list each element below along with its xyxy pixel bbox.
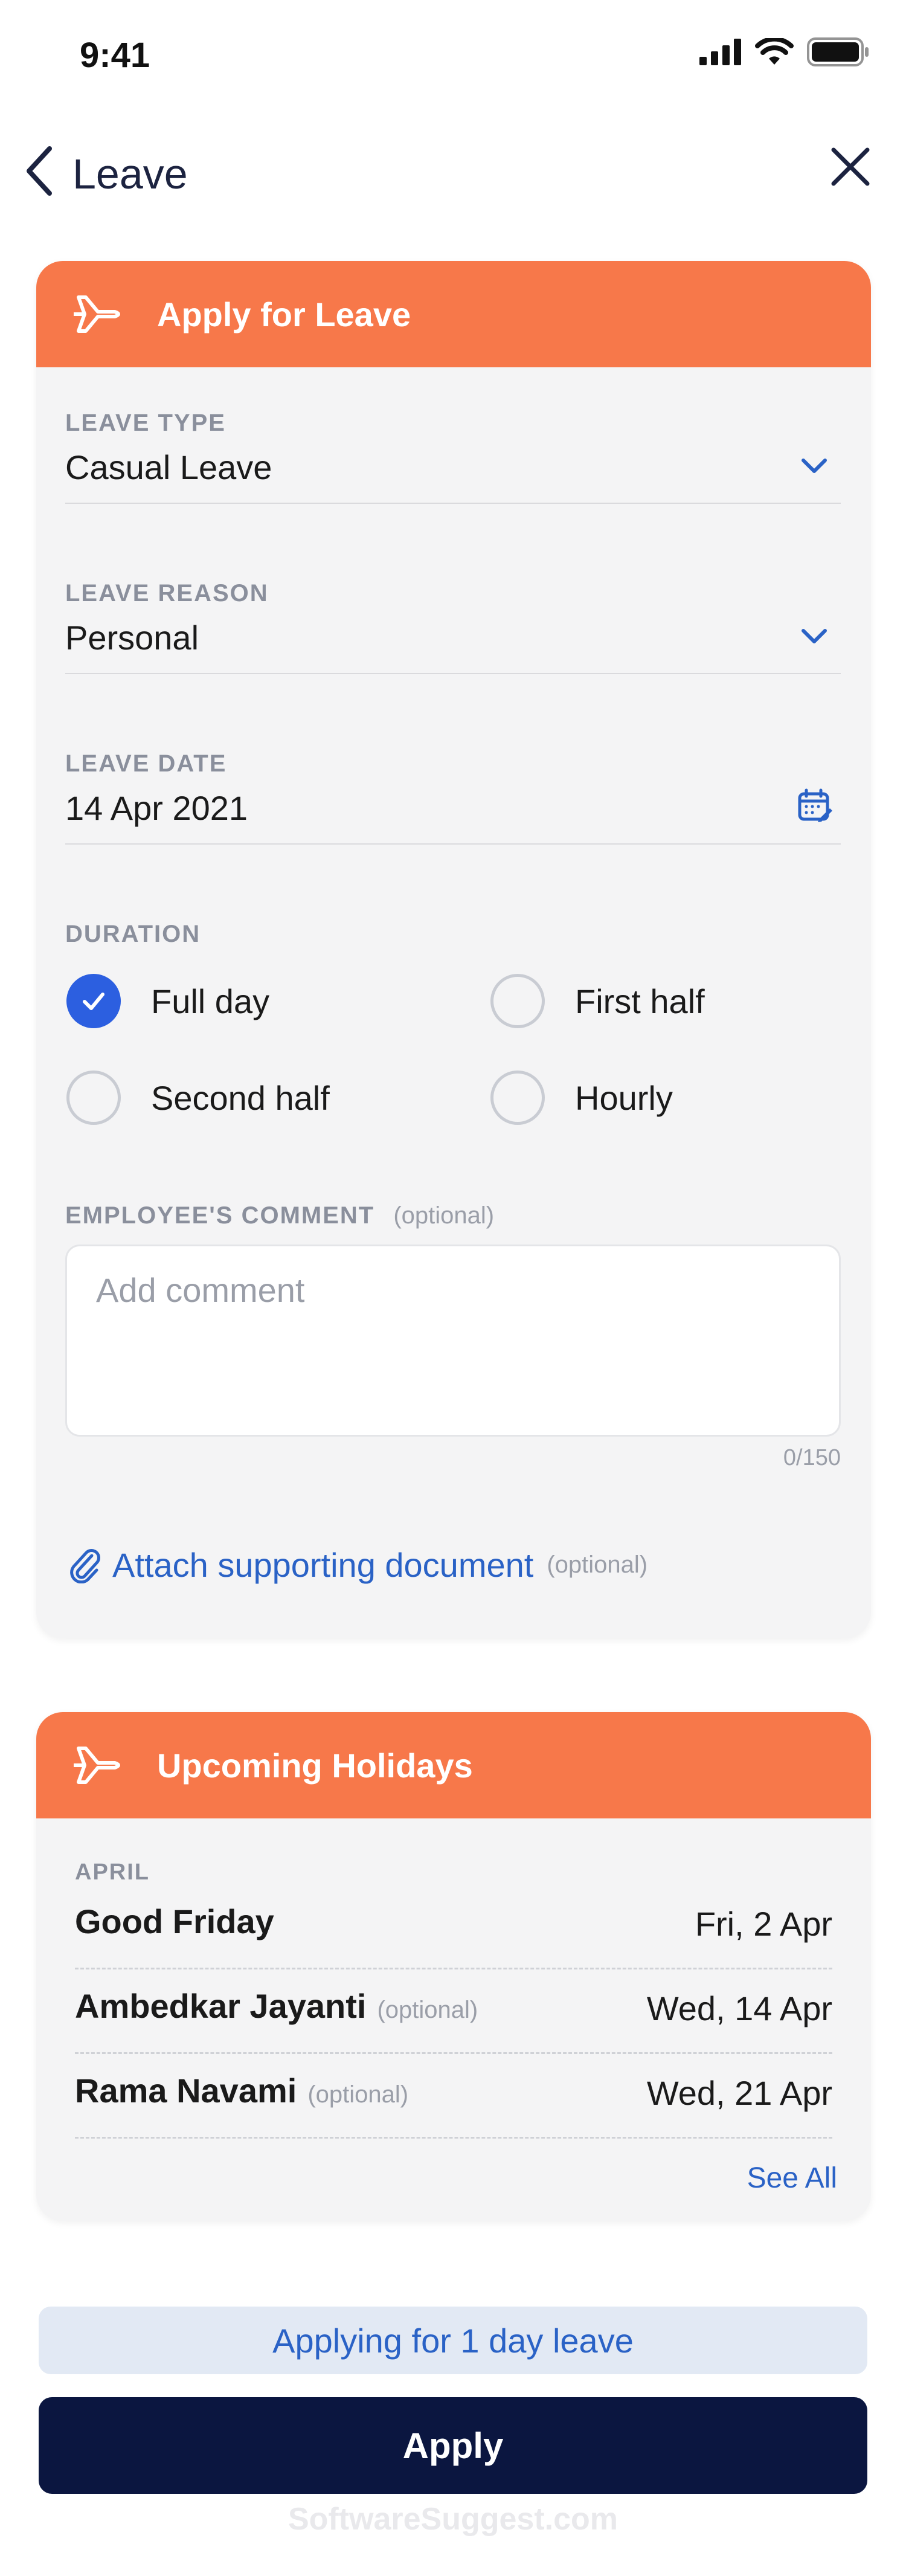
status-bar: 9:41 xyxy=(0,0,906,115)
see-all-link[interactable]: See All xyxy=(747,2162,837,2195)
status-icons xyxy=(699,37,870,66)
comment-label: EMPLOYEE'S COMMENT xyxy=(65,1202,375,1229)
radio-unchecked[interactable] xyxy=(490,1071,545,1125)
comment-placeholder: Add comment xyxy=(96,1271,305,1309)
status-time: 9:41 xyxy=(80,36,150,75)
holidays-card: Upcoming Holidays APRIL Good Friday Fri,… xyxy=(36,1712,871,2221)
apply-leave-title: Apply for Leave xyxy=(157,295,411,333)
holiday-name-wrap: Rama Navami (optional) xyxy=(75,2071,408,2110)
holiday-row: Ambedkar Jayanti (optional) Wed, 14 Apr xyxy=(75,1969,832,2054)
leave-reason-select[interactable]: LEAVE REASON Personal xyxy=(65,580,841,674)
holiday-date: Wed, 14 Apr xyxy=(646,1989,832,2027)
apply-leave-header: Apply for Leave xyxy=(36,261,871,367)
holiday-name: Ambedkar Jayanti xyxy=(75,1987,367,2025)
signal-icon xyxy=(699,39,741,65)
duration-option-label: First half xyxy=(575,982,705,1020)
chevron-down-icon xyxy=(802,459,827,473)
duration-option-label: Hourly xyxy=(575,1078,673,1117)
wifi-icon xyxy=(755,38,794,65)
comment-char-count: 0/150 xyxy=(783,1445,841,1470)
airplane-icon xyxy=(74,295,120,333)
attach-document-label: Attach supporting document xyxy=(112,1546,534,1584)
watermark: SoftwareSuggest.com xyxy=(288,2502,618,2537)
holiday-name: Good Friday xyxy=(75,1902,274,1940)
duration-label: DURATION xyxy=(65,921,201,947)
leave-summary-banner: Applying for 1 day leave xyxy=(39,2307,867,2374)
leave-type-select[interactable]: LEAVE TYPE Casual Leave xyxy=(65,410,841,504)
holiday-date: Wed, 21 Apr xyxy=(646,2074,832,2112)
radio-checked[interactable] xyxy=(66,974,121,1028)
comment-label-row: EMPLOYEE'S COMMENT (optional) xyxy=(65,1202,494,1229)
attach-optional: (optional) xyxy=(547,1551,648,1578)
duration-hourly[interactable]: Hourly xyxy=(490,1071,673,1125)
leave-date-label: LEAVE DATE xyxy=(65,750,227,777)
holiday-name-wrap: Good Friday xyxy=(75,1902,274,1941)
battery-icon xyxy=(807,37,869,66)
airplane-icon xyxy=(74,1747,120,1784)
holidays-title: Upcoming Holidays xyxy=(157,1746,473,1785)
duration-option-label: Full day xyxy=(151,982,270,1020)
holiday-row: Rama Navami (optional) Wed, 21 Apr xyxy=(75,2054,832,2139)
comment-textarea[interactable]: Add comment xyxy=(65,1245,841,1437)
leave-reason-value: Personal xyxy=(65,619,199,657)
holiday-date: Fri, 2 Apr xyxy=(695,1905,832,1943)
holiday-optional: (optional) xyxy=(377,1997,478,2023)
close-icon xyxy=(831,147,870,186)
leave-type-label: LEAVE TYPE xyxy=(65,410,226,436)
apply-leave-card: Apply for Leave LEAVE TYPE Casual Leave … xyxy=(36,261,871,1638)
comment-optional: (optional) xyxy=(393,1202,495,1229)
holiday-month: APRIL xyxy=(75,1860,150,1885)
radio-unchecked[interactable] xyxy=(66,1071,121,1125)
duration-first-half[interactable]: First half xyxy=(490,974,705,1028)
back-button[interactable] xyxy=(22,144,58,198)
close-button[interactable] xyxy=(826,143,875,191)
duration-option-label: Second half xyxy=(151,1078,330,1117)
radio-unchecked[interactable] xyxy=(490,974,545,1028)
apply-button[interactable]: Apply xyxy=(39,2397,867,2494)
duration-full-day[interactable]: Full day xyxy=(66,974,269,1028)
page-title: Leave xyxy=(72,150,188,198)
leave-type-value: Casual Leave xyxy=(65,448,272,486)
leave-reason-label: LEAVE REASON xyxy=(65,580,269,607)
nav-bar: Leave xyxy=(0,127,906,211)
leave-date-field[interactable]: LEAVE DATE 14 Apr 2021 xyxy=(65,750,841,845)
checkmark-icon xyxy=(83,993,104,1010)
holiday-optional: (optional) xyxy=(307,2081,409,2108)
chevron-left-icon xyxy=(27,146,52,196)
holiday-name: Rama Navami xyxy=(75,2072,297,2110)
holidays-header: Upcoming Holidays xyxy=(36,1712,871,1818)
leave-date-value: 14 Apr 2021 xyxy=(65,789,248,827)
duration-second-half[interactable]: Second half xyxy=(66,1071,330,1125)
attach-document-link[interactable]: Attach supporting document (optional) xyxy=(69,1545,647,1585)
holiday-name-wrap: Ambedkar Jayanti (optional) xyxy=(75,1986,478,2026)
holiday-row: Good Friday Fri, 2 Apr xyxy=(75,1885,832,1969)
paperclip-icon xyxy=(70,1548,100,1583)
calendar-icon[interactable] xyxy=(796,788,832,824)
chevron-down-icon xyxy=(802,629,827,643)
